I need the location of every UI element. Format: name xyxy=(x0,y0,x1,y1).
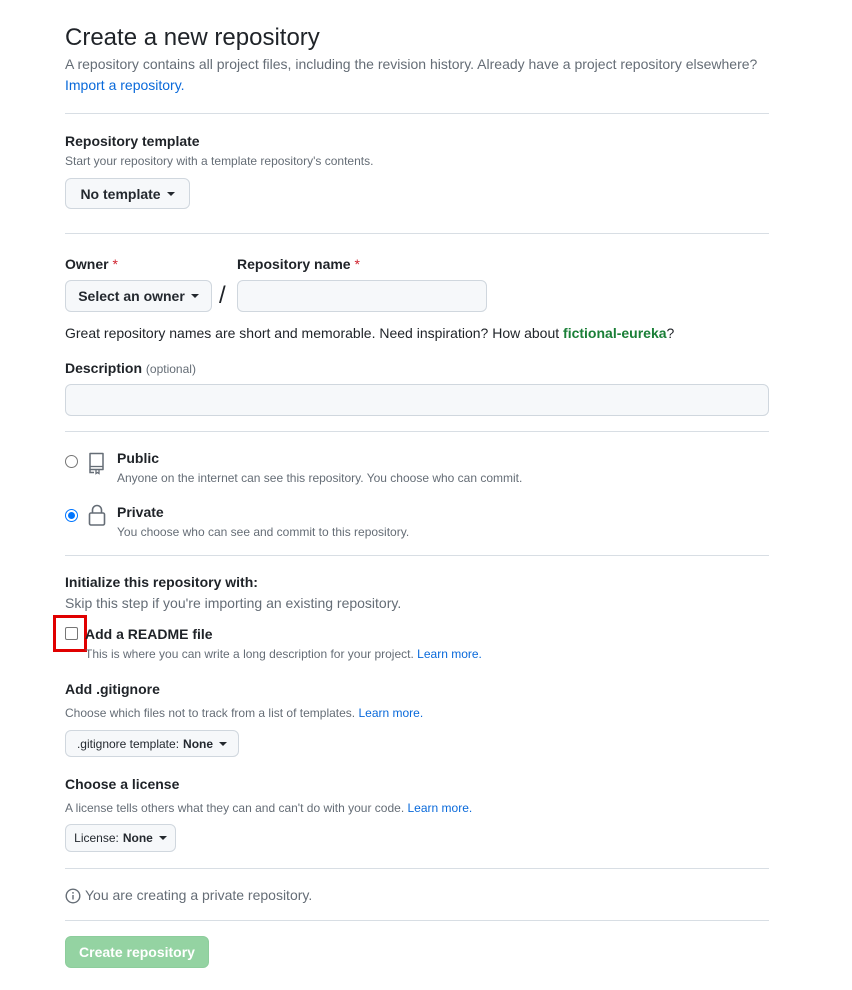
repository-name-input[interactable] xyxy=(237,280,487,312)
template-dropdown-button[interactable]: No template xyxy=(65,178,190,209)
license-note: A license tells others what they can and… xyxy=(65,799,472,817)
required-mark: * xyxy=(112,256,118,272)
gitignore-button-value: None xyxy=(183,736,214,751)
description-label-text: Description xyxy=(65,360,143,376)
optional-tag: (optional) xyxy=(145,362,196,376)
license-button-value: None xyxy=(122,831,153,845)
lock-icon xyxy=(88,504,106,526)
owner-button-label: Select an owner xyxy=(78,288,185,304)
divider xyxy=(65,233,769,234)
divider xyxy=(65,920,769,921)
owner-label: Owner * xyxy=(65,254,118,274)
private-note: You choose who can see and commit to thi… xyxy=(117,525,410,539)
readme-checkbox[interactable] xyxy=(65,627,78,640)
readme-learn-more-link[interactable]: Learn more. xyxy=(417,647,482,661)
public-radio[interactable] xyxy=(65,455,78,468)
description-label: Description (optional) xyxy=(65,358,196,379)
owner-separator: / xyxy=(219,282,226,309)
gitignore-learn-more-link[interactable]: Learn more. xyxy=(358,706,423,720)
license-button-prefix: License: xyxy=(74,831,119,845)
public-label: Public xyxy=(117,450,160,466)
repo-name-label: Repository name * xyxy=(237,254,360,274)
readme-note-text: This is where you can write a long descr… xyxy=(85,647,414,661)
create-repository-button[interactable]: Create repository xyxy=(65,936,209,968)
divider xyxy=(65,555,769,556)
gitignore-button-prefix: .gitignore template: xyxy=(76,736,180,751)
initialize-note: Skip this step if you're importing an ex… xyxy=(65,595,402,611)
required-mark: * xyxy=(354,256,360,272)
gitignore-label: Add .gitignore xyxy=(65,681,160,697)
page-description-text: A repository contains all project files,… xyxy=(65,56,758,72)
template-button-label: No template xyxy=(80,185,161,202)
caret-down-icon xyxy=(190,294,199,298)
license-learn-more-link[interactable]: Learn more. xyxy=(408,801,473,815)
license-label: Choose a license xyxy=(65,776,180,792)
divider xyxy=(65,431,769,432)
repo-name-label-text: Repository name xyxy=(237,256,351,272)
readme-note: This is where you can write a long descr… xyxy=(85,645,482,663)
gitignore-dropdown-button[interactable]: .gitignore template: None xyxy=(65,730,239,757)
repo-name-hint: Great repository names are short and mem… xyxy=(65,323,674,343)
info-text: You are creating a private repository. xyxy=(85,887,313,903)
private-radio[interactable] xyxy=(65,509,78,522)
suggested-name-link[interactable]: fictional-eureka xyxy=(563,325,666,341)
repo-name-hint-suffix: ? xyxy=(666,325,675,341)
page-description: A repository contains all project files,… xyxy=(65,54,757,96)
caret-down-icon xyxy=(219,741,228,746)
divider xyxy=(65,868,769,869)
public-note: Anyone on the internet can see this repo… xyxy=(117,471,523,485)
license-note-text: A license tells others what they can and… xyxy=(65,801,405,815)
template-note: Start your repository with a template re… xyxy=(65,154,374,168)
import-repository-link[interactable]: Import a repository. xyxy=(65,77,185,93)
private-label: Private xyxy=(117,504,164,520)
caret-down-icon xyxy=(158,836,167,840)
repo-name-hint-text: Great repository names are short and mem… xyxy=(65,325,560,341)
owner-dropdown-button[interactable]: Select an owner xyxy=(65,280,212,312)
divider xyxy=(65,113,769,114)
gitignore-note: Choose which files not to track from a l… xyxy=(65,704,423,722)
info-icon xyxy=(65,888,81,904)
owner-label-text: Owner xyxy=(65,256,109,272)
initialize-heading: Initialize this repository with: xyxy=(65,574,258,590)
readme-label: Add a README file xyxy=(85,626,213,642)
repo-icon xyxy=(89,452,104,475)
caret-down-icon xyxy=(166,191,175,196)
page-title: Create a new repository xyxy=(65,24,320,51)
description-input[interactable] xyxy=(65,384,769,416)
license-dropdown-button[interactable]: License: None xyxy=(65,824,176,852)
template-label: Repository template xyxy=(65,133,200,149)
gitignore-note-text: Choose which files not to track from a l… xyxy=(65,706,356,720)
